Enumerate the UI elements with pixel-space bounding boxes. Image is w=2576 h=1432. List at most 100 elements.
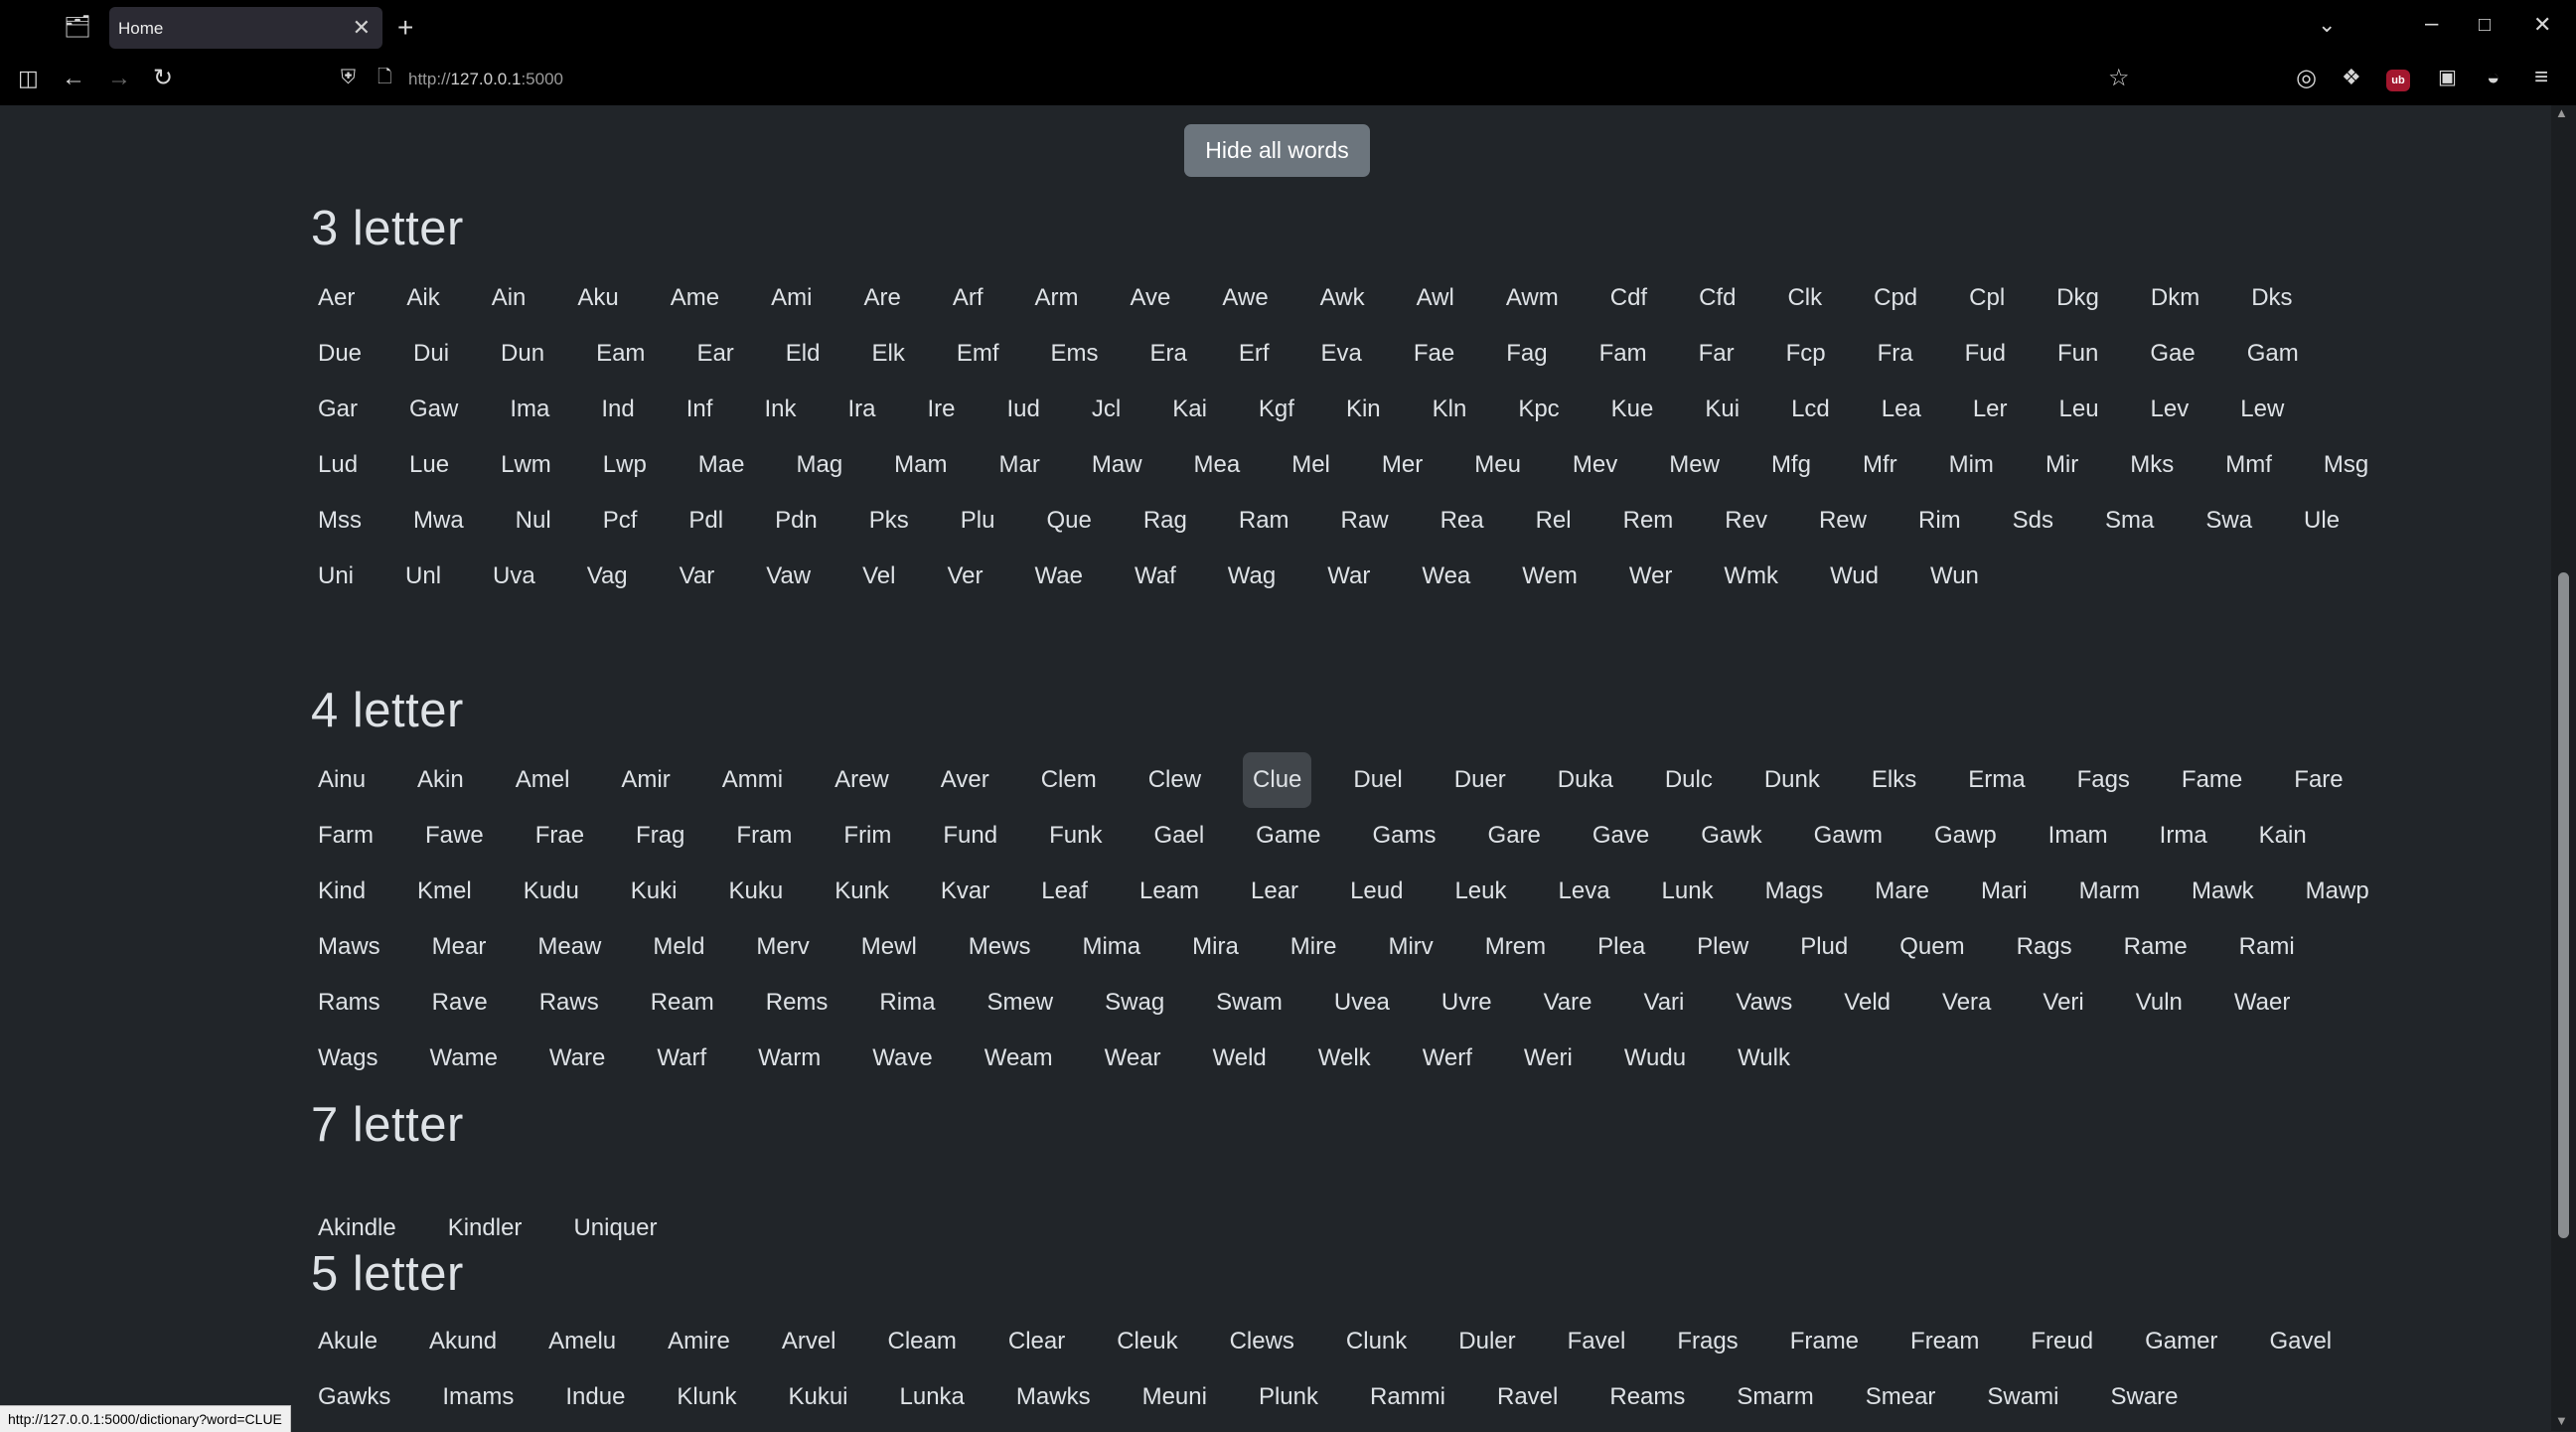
word-link-awm[interactable]: Awm <box>1496 270 1569 326</box>
word-link-rem[interactable]: Rem <box>1613 493 1684 549</box>
minimize-icon[interactable]: – <box>2425 12 2438 36</box>
word-link-mirv[interactable]: Mirv <box>1378 919 1442 975</box>
word-link-vaw[interactable]: Vaw <box>756 549 821 604</box>
word-link-fream[interactable]: Fream <box>1900 1314 1989 1369</box>
word-link-cpd[interactable]: Cpd <box>1864 270 1927 326</box>
word-link-weri[interactable]: Weri <box>1514 1031 1583 1086</box>
word-link-warm[interactable]: Warm <box>748 1031 831 1086</box>
word-link-ler[interactable]: Ler <box>1963 382 2018 437</box>
word-link-imams[interactable]: Imams <box>432 1369 524 1425</box>
word-link-waf[interactable]: Waf <box>1125 549 1186 604</box>
word-link-fram[interactable]: Fram <box>726 808 802 864</box>
bookmark-star-icon[interactable]: ☆ <box>2108 67 2130 90</box>
word-link-vel[interactable]: Vel <box>852 549 905 604</box>
word-link-rim[interactable]: Rim <box>1908 493 1971 549</box>
word-link-dkm[interactable]: Dkm <box>2141 270 2209 326</box>
word-link-smear[interactable]: Smear <box>1856 1369 1946 1425</box>
word-link-klunk[interactable]: Klunk <box>667 1369 746 1425</box>
word-link-lud[interactable]: Lud <box>308 437 368 493</box>
word-link-plunk[interactable]: Plunk <box>1249 1369 1328 1425</box>
word-link-ems[interactable]: Ems <box>1041 326 1109 382</box>
word-link-vera[interactable]: Vera <box>1932 975 2001 1031</box>
word-link-erf[interactable]: Erf <box>1229 326 1280 382</box>
word-link-dun[interactable]: Dun <box>491 326 554 382</box>
word-link-mev[interactable]: Mev <box>1563 437 1627 493</box>
word-link-irma[interactable]: Irma <box>2150 808 2217 864</box>
word-link-ver[interactable]: Ver <box>938 549 993 604</box>
word-link-ira[interactable]: Ira <box>837 382 885 437</box>
shield-icon[interactable]: ⛨ <box>341 68 356 87</box>
word-link-wud[interactable]: Wud <box>1820 549 1889 604</box>
word-link-are[interactable]: Are <box>853 270 910 326</box>
word-link-amelu[interactable]: Amelu <box>538 1314 626 1369</box>
word-link-wmk[interactable]: Wmk <box>1714 549 1788 604</box>
picture-in-picture-icon[interactable]: ▣ <box>2438 68 2457 87</box>
word-link-awk[interactable]: Awk <box>1310 270 1375 326</box>
word-link-lunk[interactable]: Lunk <box>1652 864 1724 919</box>
word-link-mam[interactable]: Mam <box>884 437 957 493</box>
page-info-icon[interactable]: 🗋 <box>378 68 391 85</box>
word-link-frae[interactable]: Frae <box>526 808 594 864</box>
word-link-kvar[interactable]: Kvar <box>931 864 999 919</box>
ublock-icon[interactable]: ub <box>2386 70 2410 91</box>
word-link-mss[interactable]: Mss <box>308 493 372 549</box>
word-link-mmf[interactable]: Mmf <box>2215 437 2282 493</box>
word-link-rave[interactable]: Rave <box>422 975 498 1031</box>
word-link-rame[interactable]: Rame <box>2114 919 2197 975</box>
word-link-weam[interactable]: Weam <box>975 1031 1063 1086</box>
word-link-leam[interactable]: Leam <box>1130 864 1209 919</box>
word-link-wer[interactable]: Wer <box>1619 549 1683 604</box>
word-link-mawk[interactable]: Mawk <box>2182 864 2264 919</box>
word-link-mewl[interactable]: Mewl <box>851 919 927 975</box>
word-link-iud[interactable]: Iud <box>997 382 1050 437</box>
word-link-lew[interactable]: Lew <box>2230 382 2294 437</box>
word-link-clue[interactable]: Clue <box>1243 752 1312 808</box>
word-link-mews[interactable]: Mews <box>959 919 1041 975</box>
word-link-vaws[interactable]: Vaws <box>1726 975 1802 1031</box>
word-link-vuln[interactable]: Vuln <box>2126 975 2193 1031</box>
word-link-amel[interactable]: Amel <box>506 752 580 808</box>
word-link-mawks[interactable]: Mawks <box>1006 1369 1101 1425</box>
word-link-wear[interactable]: Wear <box>1095 1031 1171 1086</box>
word-link-indue[interactable]: Indue <box>555 1369 635 1425</box>
word-link-gam[interactable]: Gam <box>2237 326 2309 382</box>
word-link-clew[interactable]: Clew <box>1138 752 1211 808</box>
word-link-kpc[interactable]: Kpc <box>1508 382 1569 437</box>
word-link-due[interactable]: Due <box>308 326 372 382</box>
word-link-emf[interactable]: Emf <box>947 326 1009 382</box>
word-link-wun[interactable]: Wun <box>1920 549 1989 604</box>
word-link-lcd[interactable]: Lcd <box>1781 382 1840 437</box>
word-link-aver[interactable]: Aver <box>931 752 999 808</box>
word-link-wae[interactable]: Wae <box>1025 549 1093 604</box>
word-link-kin[interactable]: Kin <box>1336 382 1391 437</box>
menu-icon[interactable]: ≡ <box>2534 66 2548 89</box>
word-link-eam[interactable]: Eam <box>586 326 655 382</box>
scroll-up-icon[interactable]: ▲ <box>2555 105 2568 120</box>
word-link-lea[interactable]: Lea <box>1872 382 1931 437</box>
word-link-amire[interactable]: Amire <box>658 1314 740 1369</box>
word-link-wag[interactable]: Wag <box>1218 549 1286 604</box>
word-link-fud[interactable]: Fud <box>1955 326 2016 382</box>
back-icon[interactable]: ← <box>62 67 85 90</box>
word-link-var[interactable]: Var <box>670 549 725 604</box>
word-link-weld[interactable]: Weld <box>1203 1031 1277 1086</box>
chevron-down-icon[interactable]: ⌄ <box>2318 14 2336 36</box>
word-link-cpl[interactable]: Cpl <box>1959 270 2015 326</box>
word-link-lwp[interactable]: Lwp <box>593 437 657 493</box>
word-link-frag[interactable]: Frag <box>626 808 694 864</box>
word-link-clunk[interactable]: Clunk <box>1336 1314 1417 1369</box>
word-link-imam[interactable]: Imam <box>2039 808 2118 864</box>
word-link-ware[interactable]: Ware <box>539 1031 615 1086</box>
word-link-ammi[interactable]: Ammi <box>712 752 793 808</box>
word-link-kudu[interactable]: Kudu <box>514 864 589 919</box>
word-link-gare[interactable]: Gare <box>1478 808 1551 864</box>
word-link-vag[interactable]: Vag <box>577 549 638 604</box>
close-icon[interactable]: ✕ <box>353 15 371 41</box>
word-link-veld[interactable]: Veld <box>1834 975 1900 1031</box>
word-link-game[interactable]: Game <box>1246 808 1330 864</box>
word-link-plud[interactable]: Plud <box>1790 919 1858 975</box>
word-link-kui[interactable]: Kui <box>1695 382 1749 437</box>
word-link-akin[interactable]: Akin <box>407 752 474 808</box>
word-link-kue[interactable]: Kue <box>1601 382 1664 437</box>
word-link-lear[interactable]: Lear <box>1241 864 1308 919</box>
